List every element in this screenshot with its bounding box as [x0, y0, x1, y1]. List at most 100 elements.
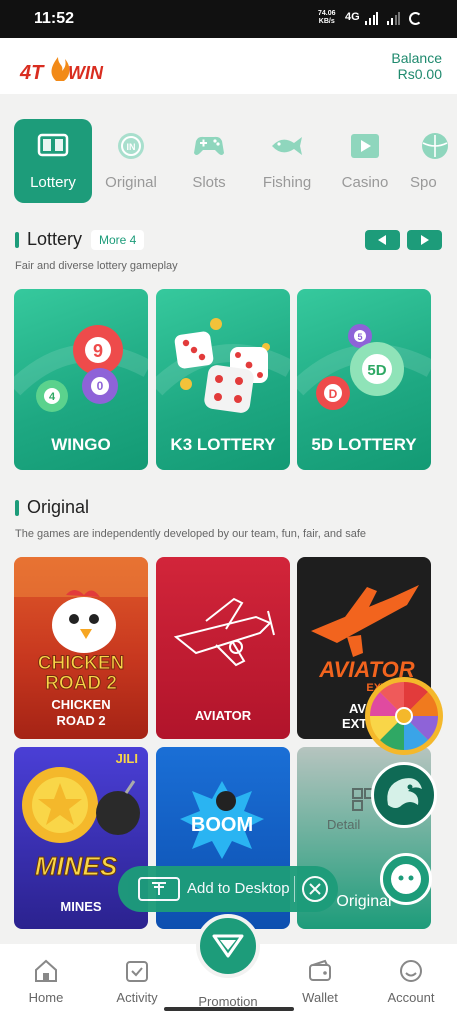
game-art-text: BOOM [191, 814, 253, 836]
fish-icon [272, 137, 302, 155]
logo-flame-icon: 4T WIN [19, 57, 104, 84]
card-title: 5D LOTTERY [311, 435, 417, 454]
title-accent-bar [15, 500, 19, 516]
title-accent-bar [15, 232, 19, 248]
balance-label: Balance [391, 50, 442, 66]
chat-bot-icon [391, 864, 421, 894]
account-icon [400, 960, 422, 982]
wallet-icon [309, 959, 331, 981]
tab-label: Slots [192, 174, 226, 191]
original-section-description: The games are independently developed by… [15, 528, 367, 540]
nav-label: Activity [116, 990, 158, 1005]
dragon-icon [387, 778, 422, 808]
app-header: 4T WIN Balance Rs0.00 [0, 38, 457, 94]
original-icon: IN [118, 133, 144, 159]
nav-label: Account [387, 990, 435, 1005]
tab-sports[interactable]: Spo [404, 119, 457, 203]
card-title: AVIATOR [194, 708, 252, 723]
balance-value: Rs0.00 [397, 66, 442, 82]
tab-label: Lottery [30, 174, 76, 191]
lottery-section-title: Lottery [15, 229, 95, 251]
nav-label: Home [28, 990, 64, 1005]
more-lottery-button[interactable]: More 4 [91, 230, 145, 250]
nav-activity[interactable]: Activity [97, 958, 177, 1005]
detail-label: Detail [327, 817, 361, 832]
signal-icon [365, 12, 378, 25]
ball-number: 9 [93, 341, 103, 361]
tab-label: Original [105, 174, 157, 191]
lottery-icon [37, 133, 69, 157]
desktop-glyph-icon [152, 882, 166, 895]
game-art-text: CHICKEN [38, 653, 125, 674]
activity-icon [126, 961, 148, 982]
tab-label: Fishing [262, 174, 312, 191]
nav-account[interactable]: Account [371, 958, 451, 1005]
app-shortcut-icon [138, 877, 180, 901]
svg-text:WIN: WIN [68, 63, 104, 83]
lucky-wheel-button[interactable] [364, 676, 444, 756]
close-banner-button[interactable] [302, 876, 328, 902]
system-home-indicator[interactable] [164, 1007, 294, 1011]
ball-number: 5 [357, 332, 362, 342]
home-icon [35, 959, 57, 982]
wingo-card[interactable]: 9 0 4 WINGO [14, 289, 148, 470]
card-title: ROAD 2 [56, 713, 106, 728]
next-arrow-button[interactable] [407, 230, 442, 250]
diamond-icon [212, 934, 244, 958]
add-to-desktop-banner[interactable]: Add to Desktop [118, 866, 338, 912]
brand-logo[interactable]: 4T WIN [18, 51, 108, 85]
tab-label: Casino [341, 174, 389, 191]
casino-play-icon [351, 134, 379, 158]
lottery-balls-icon: 9 0 4 [14, 325, 148, 412]
game-art-text: MINES [35, 851, 118, 881]
tab-casino[interactable]: Casino [326, 119, 404, 203]
nav-label: Wallet [302, 990, 338, 1005]
customer-service-button[interactable] [380, 853, 432, 905]
card-title: WINGO [51, 435, 111, 454]
chevron-left-icon [378, 235, 386, 245]
ball-number: 5D [367, 362, 386, 379]
ball-number: D [329, 387, 338, 401]
tab-lottery[interactable]: Lottery [14, 119, 92, 203]
network-speed: 74.06 KB/s [318, 10, 336, 26]
5d-lottery-card[interactable]: 5 5D D 5D LOTTERY [297, 289, 431, 470]
nav-promotion-button[interactable] [196, 914, 260, 978]
category-tabs: Lottery IN Original Slots Fishing Casino [14, 119, 457, 203]
card-title: K3 LOTTERY [170, 435, 276, 454]
k3-lottery-card[interactable]: K3 LOTTERY [156, 289, 290, 470]
tab-slots[interactable]: Slots [170, 119, 248, 203]
section-title-text: Original [27, 497, 90, 517]
dice-icon [156, 318, 290, 413]
ball-number: 0 [97, 379, 104, 393]
provider-badge: JILI [116, 751, 138, 766]
nav-wallet[interactable]: Wallet [280, 958, 360, 1005]
spin-wheel-icon [365, 677, 443, 755]
signal-2-icon [387, 12, 400, 25]
svg-text:4T: 4T [19, 62, 45, 84]
close-icon [309, 883, 321, 895]
prev-arrow-button[interactable] [365, 230, 400, 250]
svg-text:IN: IN [127, 142, 136, 152]
network-speed-value: 74.06 [318, 10, 336, 17]
network-speed-unit: KB/s [318, 18, 335, 25]
dragon-promo-button[interactable] [371, 762, 437, 828]
chicken-road-2-card[interactable]: CHICKEN ROAD 2 CHICKEN ROAD 2 [14, 557, 148, 739]
tab-fishing[interactable]: Fishing [248, 119, 326, 203]
section-title-text: Lottery [27, 229, 83, 249]
lottery-section-description: Fair and diverse lottery gameplay [15, 260, 178, 272]
tab-original[interactable]: IN Original [92, 119, 170, 203]
network-type: 4G [345, 11, 360, 23]
chevron-right-icon [421, 235, 429, 245]
balance-display: Balance Rs0.00 [391, 50, 442, 82]
tab-label: Spo [410, 174, 437, 191]
game-art-text: ROAD 2 [45, 673, 117, 694]
card-title: CHICKEN [51, 697, 111, 712]
aviator-card[interactable]: AVIATOR [156, 557, 290, 739]
ball-number: 4 [49, 391, 56, 403]
banner-divider [294, 876, 295, 902]
lottery-balls-5d-icon: 5 5D D [297, 324, 431, 410]
battery-ring-icon [409, 12, 422, 25]
status-bar: 11:52 74.06 KB/s 4G [0, 0, 457, 38]
nav-home[interactable]: Home [6, 958, 86, 1005]
add-to-desktop-label: Add to Desktop [187, 880, 290, 897]
